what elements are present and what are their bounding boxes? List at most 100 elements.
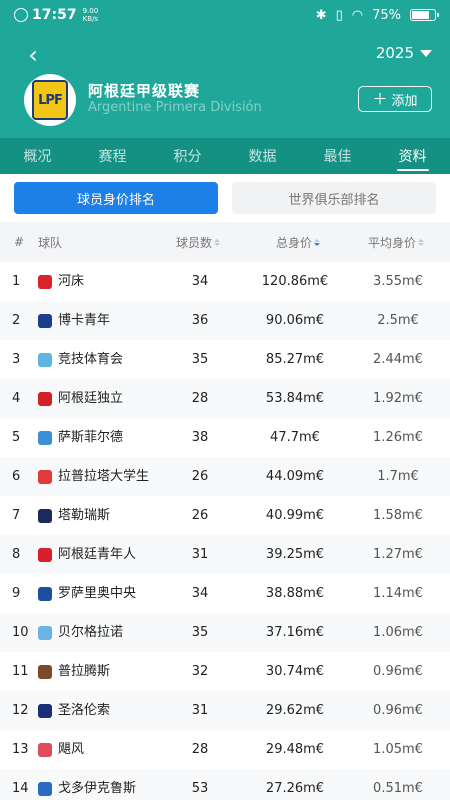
row-avg-value: 0.96m€ <box>373 664 423 679</box>
league-name-en: Argentine Primera División <box>88 100 262 115</box>
row-team-name: 塔勒瑞斯 <box>58 508 111 523</box>
table-row[interactable]: 10 贝尔格拉诺 35 37.16m€ 1.06m€ <box>0 613 450 652</box>
row-team-name: 罗萨里奥中央 <box>58 586 137 601</box>
ranking-subtabs: 球员身价排名 世界俱乐部排名 <box>0 174 450 222</box>
row-total-value: 29.48m€ <box>265 742 325 757</box>
row-team-name: 阿根廷独立 <box>58 391 124 406</box>
table-row[interactable]: 12 圣洛伦索 31 29.62m€ 0.96m€ <box>0 691 450 730</box>
team-crest <box>38 508 52 523</box>
subtab-player-value-ranking[interactable]: 球员身价排名 <box>14 182 218 214</box>
chevron-left-icon[interactable]: ‹ <box>22 41 44 69</box>
row-players: 36 <box>191 313 209 328</box>
row-total-value: 44.09m€ <box>265 469 325 484</box>
chevron-down-icon <box>420 49 432 57</box>
add-button[interactable]: ＋ 添加 <box>358 86 432 112</box>
row-rank: 12 <box>12 703 29 718</box>
row-total-value: 29.62m€ <box>265 703 325 718</box>
row-rank: 11 <box>12 664 29 679</box>
tab-best[interactable]: 最佳 <box>300 138 375 174</box>
table-row[interactable]: 13 飓风 28 29.48m€ 1.05m€ <box>0 730 450 769</box>
header-avg-value-label: 平均身价 <box>368 235 417 250</box>
table-row[interactable]: 9 罗萨里奥中央 34 38.88m€ 1.14m€ <box>0 574 450 613</box>
league-tabs: 概况 赛程 积分 数据 最佳 资料 <box>0 138 450 174</box>
season-selector[interactable]: 2025 <box>376 44 432 62</box>
tab-stats[interactable]: 数据 <box>225 138 300 174</box>
network-speed: 9.00 KB/s <box>83 7 99 23</box>
team-crest-icon <box>38 418 53 457</box>
row-avg-value: 3.55m€ <box>373 274 423 289</box>
table-row[interactable]: 4 阿根廷独立 28 53.84m€ 1.92m€ <box>0 379 450 418</box>
header-team: 球队 <box>38 235 63 250</box>
header-players-label: 球员数 <box>176 235 213 250</box>
row-team-name: 拉普拉塔大学生 <box>58 469 150 484</box>
row-avg-value: 1.27m€ <box>373 547 423 562</box>
row-avg-value: 0.96m€ <box>373 703 423 718</box>
row-avg-value: 0.51m€ <box>373 781 423 796</box>
team-crest-icon <box>38 340 53 379</box>
row-total-value: 90.06m€ <box>265 313 325 328</box>
row-total-value: 27.26m€ <box>265 781 325 796</box>
subtab-world-club-ranking[interactable]: 世界俱乐部排名 <box>232 182 436 214</box>
tab-schedule[interactable]: 赛程 <box>75 138 150 174</box>
table-row[interactable]: 3 竞技体育会 35 85.27m€ 2.44m€ <box>0 340 450 379</box>
row-avg-value: 1.92m€ <box>373 391 423 406</box>
notification-icon <box>14 8 28 22</box>
tab-label: 概况 <box>23 149 52 165</box>
row-avg-value: 1.58m€ <box>373 508 423 523</box>
team-crest-icon <box>38 652 53 691</box>
row-team-name: 圣洛伦索 <box>58 703 111 718</box>
table-row[interactable]: 8 阿根廷青年人 31 39.25m€ 1.27m€ <box>0 535 450 574</box>
row-team-name: 阿根廷青年人 <box>58 547 137 562</box>
team-crest <box>38 742 52 757</box>
header-players[interactable]: 球员数 <box>176 222 221 262</box>
table-row[interactable]: 5 萨斯菲尔德 38 47.7m€ 1.26m€ <box>0 418 450 457</box>
row-rank: 4 <box>12 391 21 406</box>
row-total-value: 38.88m€ <box>265 586 325 601</box>
row-avg-value: 2.44m€ <box>373 352 423 367</box>
team-crest <box>38 352 52 367</box>
tab-standings[interactable]: 积分 <box>150 138 225 174</box>
table-row[interactable]: 14 戈多伊克鲁斯 53 27.26m€ 0.51m€ <box>0 769 450 800</box>
league-name: 阿根廷甲级联赛 <box>88 82 201 100</box>
tab-label: 数据 <box>248 149 277 165</box>
row-avg-value: 1.26m€ <box>373 430 423 445</box>
row-total-value: 53.84m€ <box>265 391 325 406</box>
row-total-value: 120.86m€ <box>261 274 329 289</box>
row-total-value: 85.27m€ <box>265 352 325 367</box>
row-team-name: 戈多伊克鲁斯 <box>58 781 137 796</box>
row-rank: 13 <box>12 742 29 757</box>
status-bar: 17:57 9.00 KB/s ✱ ▯ ◠ 75% <box>0 0 450 30</box>
row-avg-value: 1.05m€ <box>373 742 423 757</box>
season-label: 2025 <box>375 44 414 62</box>
sort-icon <box>214 238 221 246</box>
row-rank: 10 <box>12 625 29 640</box>
bluetooth-icon: ✱ <box>315 7 327 23</box>
header-total-value[interactable]: 总身价 <box>276 222 321 262</box>
league-logo-text: LPF <box>32 80 68 120</box>
table-row[interactable]: 6 拉普拉塔大学生 26 44.09m€ 1.7m€ <box>0 457 450 496</box>
tab-label: 赛程 <box>98 149 127 165</box>
row-players: 34 <box>191 586 209 601</box>
header-avg-value[interactable]: 平均身价 <box>368 222 425 262</box>
team-crest <box>38 664 52 679</box>
tab-overview[interactable]: 概况 <box>0 138 75 174</box>
table-row[interactable]: 2 博卡青年 36 90.06m€ 2.5m€ <box>0 301 450 340</box>
team-crest <box>38 625 52 640</box>
tab-label: 资料 <box>398 149 427 165</box>
row-players: 32 <box>191 664 209 679</box>
tab-label: 积分 <box>173 149 202 165</box>
row-rank: 5 <box>12 430 21 445</box>
team-crest <box>38 391 52 406</box>
team-crest-icon <box>38 496 53 535</box>
table-row[interactable]: 7 塔勒瑞斯 26 40.99m€ 1.58m€ <box>0 496 450 535</box>
plus-icon: ＋ <box>372 89 388 108</box>
row-avg-value: 1.06m€ <box>373 625 423 640</box>
table-row[interactable]: 1 河床 34 120.86m€ 3.55m€ <box>0 262 450 301</box>
table-row[interactable]: 11 普拉腾斯 32 30.74m€ 0.96m€ <box>0 652 450 691</box>
row-team-name: 萨斯菲尔德 <box>58 430 124 445</box>
tab-info[interactable]: 资料 <box>375 138 450 174</box>
row-players: 31 <box>191 547 209 562</box>
team-crest <box>38 430 52 445</box>
row-team-name: 博卡青年 <box>58 313 111 328</box>
row-players: 35 <box>191 352 209 367</box>
